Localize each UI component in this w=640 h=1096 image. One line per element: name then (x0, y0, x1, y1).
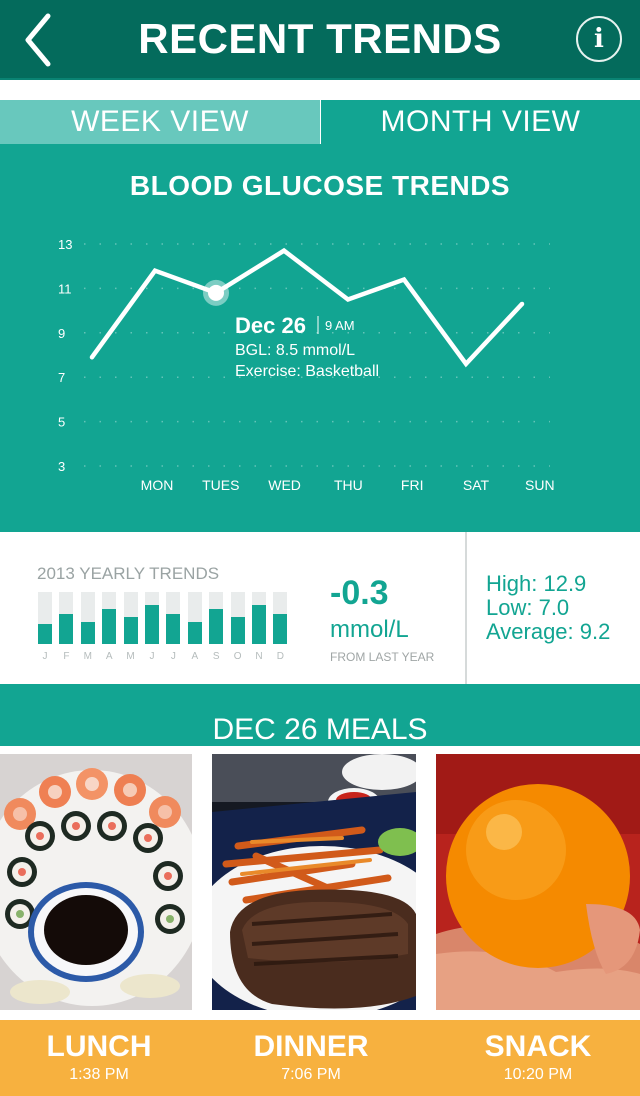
month-bar (38, 592, 52, 644)
month-bar (166, 592, 181, 644)
month-bar-fill (38, 624, 52, 644)
month-bar-fill (252, 605, 266, 644)
month-bar-fill (59, 613, 74, 644)
meal-name: DINNER (253, 1030, 369, 1063)
month-label: A (191, 651, 199, 662)
x-tick-label: FRI (401, 477, 424, 493)
month-label: S (212, 651, 220, 662)
top-bar: RECENT TRENDS i (0, 0, 640, 80)
month-bar-fill (145, 605, 159, 644)
month-bar-fill (209, 608, 224, 644)
meal-name: LUNCH (46, 1030, 152, 1063)
month-label: J (170, 651, 176, 662)
y-tick-label: 13 (58, 237, 72, 252)
tooltip-bgl: BGL: 8.5 mmol/L (235, 342, 355, 359)
data-point (282, 248, 286, 253)
stat-high: High: 12.9 (486, 571, 587, 596)
month-bar-fill (102, 608, 117, 644)
meal-time: 10:20 PM (503, 1066, 573, 1083)
meals-panel: DEC 26 MEALS LUNCH 1:38 PM DINNER 7:06 P… (0, 684, 640, 1096)
data-point (90, 355, 94, 360)
month-label: D (276, 651, 284, 662)
y-tick-label: 3 (58, 459, 65, 474)
stat-average: Average: 9.2 (486, 619, 611, 644)
delta-unit: mmol/L (330, 616, 409, 643)
y-tick-label: 7 (58, 370, 65, 385)
month-bar-fill (273, 613, 288, 644)
x-tick-label: SAT (463, 477, 490, 493)
delta-value: -0.3 (330, 574, 389, 612)
meal-captions: LUNCH 1:38 PM DINNER 7:06 PM SNACK 10:20… (0, 1020, 640, 1096)
data-point (520, 301, 524, 306)
tooltip-exercise: Exercise: Basketball (235, 363, 379, 380)
y-tick-label: 11 (58, 281, 72, 296)
glucose-stats: High: 12.9 Low: 7.0 Average: 9.2 (486, 572, 610, 644)
meal-dinner[interactable]: DINNER 7:06 PM (212, 1020, 410, 1084)
stat-low: Low: 7.0 (486, 595, 570, 620)
month-bar-fill (187, 622, 202, 644)
yearly-month-labels: JFMAMJJASOND (38, 651, 290, 663)
month-bar (80, 592, 95, 644)
meals-title: DEC 26 MEALS (0, 684, 640, 746)
tab-month-view[interactable]: MONTH VIEW (321, 100, 640, 144)
divider (465, 532, 467, 684)
month-bar (59, 592, 74, 644)
meal-snack[interactable]: SNACK 10:20 PM (436, 1020, 640, 1084)
x-tick-label: MON (141, 477, 174, 493)
yearly-trends-panel: 2013 YEARLY TRENDS J F M A M J J A S O N D -0.3 mmo… (0, 532, 640, 684)
x-tick-label: WED (268, 477, 301, 493)
tab-week-view[interactable]: WEEK VIEW (0, 100, 320, 144)
x-tick-label: SUN (525, 477, 555, 493)
yearly-bar-chart (38, 592, 290, 644)
month-bar-fill (166, 613, 181, 644)
month-label: F (63, 651, 70, 662)
blood-glucose-chart: BLOOD GLUCOSE TRENDS 3 5 7 9 11 13 MON TUES WED T… (0, 144, 640, 532)
month-label: J (149, 651, 155, 662)
view-toggle: WEEK VIEW MONTH VIEW (0, 80, 640, 144)
chart-canvas[interactable]: 3 5 7 9 11 13 MON TUES WED THU FRI SAT SUN Dec 26 9 AM… (0, 144, 640, 532)
sushi-photo[interactable] (0, 754, 192, 1010)
month-bar (123, 592, 138, 644)
tooltip-date: Dec 26 (235, 313, 306, 338)
data-point (402, 277, 406, 282)
month-bar (252, 592, 266, 644)
month-label: A (105, 651, 113, 662)
meal-name: SNACK (484, 1030, 592, 1063)
steak-fries-photo[interactable] (212, 754, 416, 1010)
month-bar (187, 592, 202, 644)
page-title: RECENT TRENDS (138, 15, 502, 62)
x-tick-label: THU (334, 477, 363, 493)
x-tick-label: TUES (202, 477, 239, 493)
highlight-point (208, 284, 224, 301)
info-icon[interactable]: i (576, 16, 622, 62)
month-bar (273, 592, 288, 644)
y-tick-label: 5 (58, 415, 65, 430)
meal-time: 7:06 PM (281, 1066, 341, 1083)
month-bar-fill (230, 616, 245, 644)
meal-time: 1:38 PM (69, 1066, 129, 1083)
month-bar-fill (80, 622, 95, 644)
month-bar (230, 592, 245, 644)
y-tick-label: 9 (58, 326, 65, 341)
month-label: N (255, 651, 263, 662)
month-bar-fill (123, 616, 138, 644)
month-label: M (83, 651, 92, 662)
tooltip-time: 9 AM (325, 318, 355, 333)
delta-caption: FROM LAST YEAR (330, 650, 435, 664)
month-label: J (42, 651, 48, 662)
meal-lunch[interactable]: LUNCH 1:38 PM (0, 1020, 198, 1084)
month-bar (145, 592, 159, 644)
data-point (153, 268, 157, 273)
month-bar (102, 592, 117, 644)
data-point (464, 361, 468, 366)
data-point (346, 297, 350, 302)
month-label: O (233, 651, 242, 662)
month-bar (209, 592, 224, 644)
month-label: M (126, 651, 135, 662)
yearly-trends-title: 2013 YEARLY TRENDS (37, 564, 220, 583)
orange-photo[interactable] (436, 754, 640, 1010)
